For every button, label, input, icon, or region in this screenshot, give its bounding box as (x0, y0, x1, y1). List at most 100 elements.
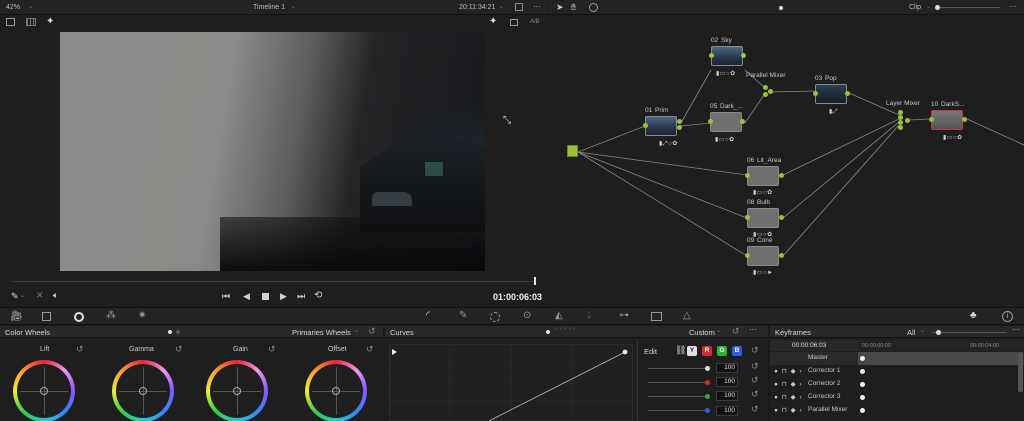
node-output-dot[interactable] (845, 91, 850, 96)
zoom-slider-handle[interactable] (936, 330, 941, 335)
scrubber-track[interactable] (12, 281, 536, 282)
chevron-down-icon[interactable]: ⌄ (354, 327, 359, 334)
row-controls-icons[interactable]: ● ⊓ ◆ › (774, 406, 803, 414)
play-icon[interactable]: ▶︎ (280, 291, 287, 302)
node-output-dot[interactable] (962, 117, 967, 122)
node-input-dot[interactable] (709, 53, 714, 58)
channel-g-button[interactable]: G (717, 346, 727, 356)
3d-icon[interactable]: △ (683, 310, 691, 321)
pick-tool-icon[interactable]: ✎ (11, 291, 19, 302)
page-dot[interactable] (176, 330, 180, 334)
chevron-down-icon[interactable]: ⌄ (20, 292, 25, 299)
chevron-down-icon[interactable]: ⌄ (716, 327, 721, 334)
master-track[interactable] (858, 352, 1018, 365)
y-intensity-slider[interactable] (648, 368, 710, 369)
mixer-input-dot[interactable] (763, 85, 768, 90)
zoom-slider-track[interactable] (932, 332, 1006, 333)
keyframe-row-corrector-2[interactable]: ● ⊓ ◆ › Corrector 2 (770, 378, 1024, 391)
r-slider-handle[interactable] (705, 380, 710, 385)
close-icon[interactable]: ✕ (36, 290, 44, 301)
node-prim[interactable] (645, 116, 677, 136)
keyframe-marker[interactable] (860, 395, 865, 400)
chevron-down-icon[interactable]: ⌄ (28, 3, 33, 10)
info-icon[interactable]: i (1002, 311, 1013, 322)
reset-icon[interactable]: ↺ (751, 404, 759, 415)
node-output-dot[interactable] (779, 173, 784, 178)
go-to-start-icon[interactable]: ⏮︎ (222, 291, 230, 302)
chevron-down-icon[interactable]: ⌄ (499, 3, 504, 10)
keyframe-marker[interactable] (860, 369, 865, 374)
reset-icon[interactable]: ↺ (76, 344, 84, 355)
node-input-dot[interactable] (643, 123, 648, 128)
row-controls-icons[interactable]: ● ⊓ ◆ › (774, 380, 803, 388)
r-intensity-slider[interactable] (648, 382, 710, 383)
node-input-dot[interactable] (745, 215, 750, 220)
chevron-down-icon[interactable]: ⌄ (920, 327, 925, 334)
zoom-slider-track[interactable] (935, 7, 1000, 8)
row-controls-icons[interactable]: ● ⊓ ◆ › (774, 393, 803, 401)
motion-effects-icon[interactable]: ✷ (138, 310, 146, 321)
curve-graph[interactable] (389, 344, 633, 421)
stop-icon[interactable] (262, 293, 269, 300)
node-output-dot[interactable] (779, 253, 784, 258)
more-options-icon[interactable]: ··· (1009, 2, 1017, 11)
chevron-down-icon[interactable]: ⌄ (926, 3, 931, 10)
keyframe-marker[interactable] (860, 408, 865, 413)
g-value-field[interactable]: 100 (716, 391, 738, 401)
key-icon[interactable]: ⊶ (619, 310, 629, 321)
blur-icon[interactable]: 💧︎ (587, 310, 591, 321)
window-icon[interactable] (490, 312, 500, 322)
volume-icon[interactable]: 🔈︎ (53, 290, 58, 301)
node-input-dot[interactable] (813, 91, 818, 96)
mixer-output-dot[interactable] (905, 118, 910, 123)
reset-icon[interactable]: ↺ (366, 344, 374, 355)
qualifier-icon[interactable]: ✎ (459, 310, 467, 321)
mixer-input-dot[interactable] (763, 92, 768, 97)
more-options-icon[interactable]: ··· (1012, 325, 1020, 334)
hand-icon[interactable]: ✋︎ (571, 2, 576, 13)
row-controls-icons[interactable]: ● ⊓ ◆ › (774, 367, 803, 375)
tracker-icon[interactable]: ⊙ (523, 310, 531, 321)
mixer-output-dot[interactable] (768, 89, 773, 94)
reset-icon[interactable]: ↺ (732, 326, 740, 337)
fullscreen-icon[interactable] (515, 3, 523, 11)
node-output-dot[interactable] (677, 125, 682, 130)
node-input-dot[interactable] (745, 253, 750, 258)
reset-icon[interactable]: ↺ (751, 345, 759, 356)
node-input-dot[interactable] (708, 119, 713, 124)
keyframe-row-corrector-1[interactable]: ● ⊓ ◆ › Corrector 1 (770, 365, 1024, 378)
bypass-icon[interactable] (589, 3, 598, 12)
node-graph[interactable]: 02 Sky ▮▭○✿ Parallel Mixer 03 Pop ▮⤢ 01 … (549, 15, 1024, 306)
zoom-dropdown[interactable]: 42% (6, 4, 20, 11)
sizing-icon[interactable] (651, 312, 662, 321)
page-dots[interactable]: ••••• (555, 326, 577, 333)
g-slider-handle[interactable] (705, 394, 710, 399)
reset-icon[interactable]: ↺ (368, 326, 376, 337)
lift-wheel-handle[interactable] (40, 387, 48, 395)
keyframe-row-master[interactable]: Master (770, 352, 1024, 365)
chevron-down-icon[interactable]: ⌄ (291, 3, 296, 10)
curves-mode-dropdown[interactable]: Custom (689, 328, 715, 337)
more-options-icon[interactable]: ··· (533, 2, 541, 11)
channel-b-button[interactable]: B (732, 346, 742, 356)
keyframe-marker[interactable] (860, 382, 865, 387)
more-options-icon[interactable]: ··· (749, 325, 757, 334)
y-value-field[interactable]: 100 (716, 363, 738, 373)
reset-icon[interactable]: ↺ (751, 389, 759, 400)
playhead[interactable] (534, 277, 536, 285)
node-dark[interactable] (710, 112, 742, 132)
source-input[interactable] (567, 145, 578, 157)
y-slider-handle[interactable] (705, 366, 710, 371)
page-dot[interactable] (546, 330, 550, 334)
timeline-dropdown[interactable]: Timeline 1 (253, 4, 285, 11)
channel-r-button[interactable]: R (702, 346, 712, 356)
zoom-slider-handle[interactable] (935, 5, 940, 10)
image-wipe-icon[interactable] (6, 18, 15, 26)
color-match-icon[interactable] (42, 312, 51, 321)
picker-icon[interactable]: ⤡ (503, 115, 511, 126)
magic-mask-icon[interactable]: ◭ (555, 310, 563, 321)
keyframe-row-corrector-3[interactable]: ● ⊓ ◆ › Corrector 3 (770, 391, 1024, 404)
b-intensity-slider[interactable] (648, 410, 710, 411)
node-output-dot[interactable] (741, 53, 746, 58)
mixer-input-dot[interactable] (898, 125, 903, 130)
